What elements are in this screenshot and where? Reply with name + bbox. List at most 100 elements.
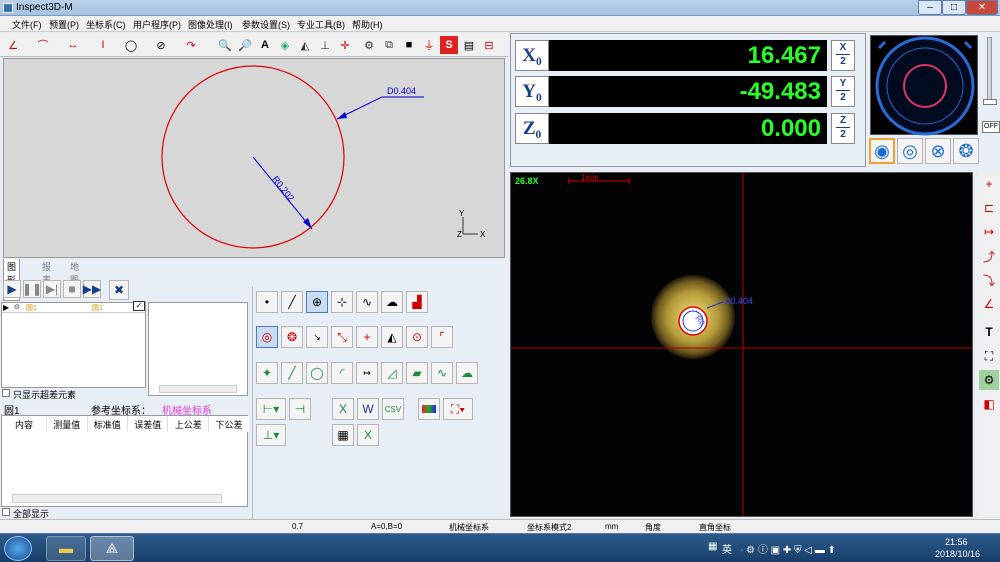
arc-tool-icon[interactable]: ↷ (182, 36, 200, 54)
ime-indicator-icon[interactable]: ▦ (708, 541, 717, 552)
coaxial-light-button[interactable]: ◎ (897, 138, 923, 164)
angle-tool-icon[interactable]: ∠ (4, 36, 22, 54)
distance-tool-icon[interactable]: ↔ (64, 36, 82, 54)
point-x-tool-icon[interactable]: ⤴ (979, 246, 999, 266)
menu-professional-tools[interactable]: 专业工具(B) (297, 18, 345, 31)
arc-button[interactable]: ⊹ (331, 291, 353, 313)
edge-point-button[interactable]: ⤡ (331, 326, 353, 348)
fast-forward-button[interactable]: ▶▶ (83, 280, 101, 298)
menu-parameters[interactable]: 参数设置(S) (242, 18, 290, 31)
stop-button[interactable]: ■ (63, 280, 81, 298)
ring-light-button[interactable]: ◉ (869, 138, 895, 164)
rotate-left-icon[interactable] (877, 40, 887, 50)
coordinate-align-button[interactable]: ⊣ (289, 398, 311, 420)
concentric-circle-button[interactable]: ◎ (256, 326, 278, 348)
point-tool-icon[interactable]: ⌒ (34, 36, 52, 54)
rotate-right-icon[interactable] (963, 40, 973, 50)
close-button[interactable]: ✕ (966, 0, 998, 15)
construct-point-button[interactable]: ✦ (256, 362, 278, 384)
page-tool-icon[interactable]: ▤ (460, 36, 478, 54)
light-ring-display[interactable] (870, 35, 978, 136)
fullscreen-icon[interactable]: ⛶ (979, 346, 999, 366)
stop-tool-icon[interactable]: S (440, 36, 458, 54)
hline-tool-icon[interactable]: ↦ (979, 222, 999, 242)
inspect3d-taskbar-icon[interactable]: ⟁ (90, 536, 134, 561)
coordinate-level-button[interactable]: ⊥▾ (256, 424, 286, 446)
y-half-button[interactable]: Y2 (831, 76, 855, 107)
program-row[interactable]: ▶ ⊙ 圆1 圆1 1 (2, 303, 145, 313)
ime-language[interactable]: 英 (722, 541, 732, 556)
capture-area-button[interactable]: ⛶▾ (443, 398, 473, 420)
construct-freeform-button[interactable]: ☁ (456, 362, 478, 384)
point-y-tool-icon[interactable]: ⤵ (979, 270, 999, 290)
z-half-button[interactable]: Z2 (831, 113, 855, 144)
pause-button[interactable]: ❚❚ (22, 280, 42, 298)
x-half-button[interactable]: X2 (831, 40, 855, 71)
freeform-button[interactable]: ☁ (381, 291, 403, 313)
corner-button[interactable]: ⌜ (431, 326, 453, 348)
record-icon[interactable]: ◧ (979, 394, 999, 414)
text-annotation-icon[interactable]: T (979, 322, 999, 342)
program-list[interactable]: ▶ ⊙ 圆1 圆1 1 (1, 302, 146, 388)
settings-gear-icon[interactable]: ⚙ (979, 370, 999, 390)
plane-tool-icon[interactable]: ⏚ (420, 36, 438, 54)
vertical-tool-icon[interactable]: I (94, 36, 112, 54)
frame-tool-icon[interactable]: ⊏ (979, 198, 999, 218)
target-button[interactable]: ⊙ (406, 326, 428, 348)
print-button[interactable]: ▦ (332, 424, 354, 446)
menu-preset[interactable]: 预置(P) (49, 18, 79, 31)
cross-tool-icon[interactable]: + (979, 174, 999, 194)
midpoint-button[interactable]: ↘ (306, 326, 328, 348)
report-scrollbar[interactable] (12, 494, 222, 503)
menu-coordinate[interactable]: 坐标系(C) (86, 18, 126, 31)
show-all-checkbox[interactable] (2, 508, 10, 516)
construct-plane-button[interactable]: ▰ (406, 362, 428, 384)
horizontal-scrollbar[interactable] (159, 385, 237, 393)
step-button[interactable]: ▶| (43, 280, 61, 298)
curve-button[interactable]: ∿ (356, 291, 378, 313)
light-slider-track[interactable] (987, 37, 992, 103)
point-button[interactable]: • (256, 291, 278, 313)
export-word-button[interactable]: W (357, 398, 379, 420)
menu-help[interactable]: 帮助(H) (352, 18, 383, 31)
zoom-out-icon[interactable]: 🔎 (236, 36, 254, 54)
circle-tool-icon[interactable]: ◯ (122, 36, 140, 54)
angle-measure-icon[interactable]: ∠ (979, 294, 999, 314)
light-slider-thumb[interactable] (983, 99, 997, 105)
construct-arc-button[interactable]: ◜ (331, 362, 353, 384)
coordinate-tool-icon[interactable]: ⊥ (316, 36, 334, 54)
filter-icon[interactable]: ⧉ (380, 36, 398, 54)
tools-button[interactable]: ✖ (109, 280, 129, 300)
construct-curve-button[interactable]: ∿ (431, 362, 453, 384)
menu-user-program[interactable]: 用户程序(P) (133, 18, 181, 31)
graphics-canvas[interactable]: D0.404 R0.202 Y X Z (3, 58, 505, 258)
construct-circle-button[interactable]: ◯ (306, 362, 328, 384)
cross-button[interactable]: + (356, 326, 378, 348)
level-tool-icon[interactable]: ⊟ (480, 36, 498, 54)
no-circle-tool-icon[interactable]: ⊘ (152, 36, 170, 54)
construct-angle-button[interactable]: ◿ (381, 362, 403, 384)
start-button[interactable] (4, 536, 32, 561)
circle-button[interactable]: ⊕ (306, 291, 328, 313)
maximize-button[interactable]: □ (942, 0, 966, 15)
menu-image-processing[interactable]: 图像处理(I) (188, 18, 233, 31)
gear-icon[interactable]: ⚙ (360, 36, 378, 54)
export-excel-2-button[interactable]: X (357, 424, 379, 446)
triangle-tool-icon[interactable]: ◭ (296, 36, 314, 54)
explorer-taskbar-icon[interactable]: ▬ (46, 536, 86, 561)
play-button[interactable]: ▶ (3, 280, 21, 298)
construct-line-button[interactable]: ╱ (281, 362, 303, 384)
out-of-tol-checkbox[interactable] (2, 389, 10, 397)
camera-view[interactable]: D0.404 R0 26.8X 1mm (510, 172, 973, 517)
coordinate-origin-button[interactable]: ⊢▾ (256, 398, 286, 420)
minimize-button[interactable]: – (918, 0, 942, 15)
export-excel-button[interactable]: X (332, 398, 354, 420)
quadrant-light-button[interactable]: ⊗ (925, 138, 951, 164)
ring-button[interactable]: ❂ (281, 326, 303, 348)
text-tool-icon[interactable]: A (256, 36, 274, 54)
program-checkbox[interactable]: ✓ (133, 301, 145, 311)
construct-distance-button[interactable]: ↦ (356, 362, 378, 384)
color-settings-button[interactable] (418, 398, 440, 420)
crosshair-tool-icon[interactable]: ✛ (336, 36, 354, 54)
segment-light-button[interactable]: ❂ (953, 138, 979, 164)
